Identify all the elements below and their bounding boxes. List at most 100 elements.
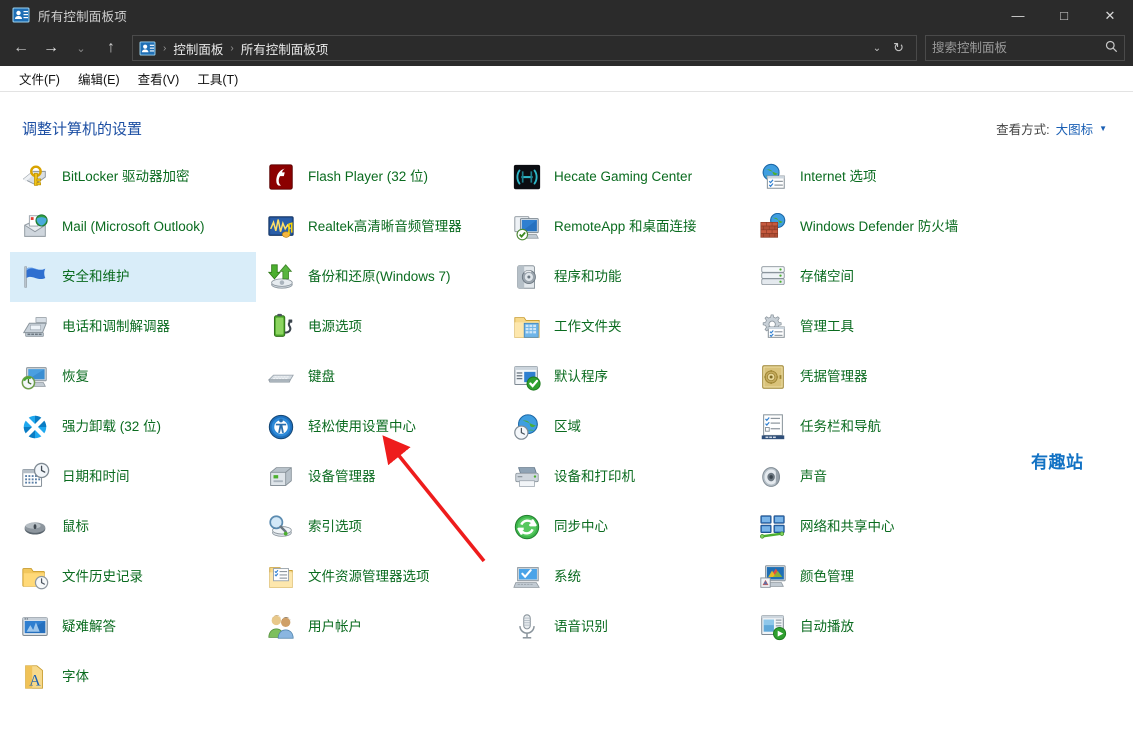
control-panel-item[interactable]: 日期和时间 [10, 452, 256, 502]
control-panel-item[interactable]: 程序和功能 [502, 252, 748, 302]
user-accounts-icon [266, 612, 296, 642]
control-panel-item[interactable]: 索引选项 [256, 502, 502, 552]
control-panel-item-label: 恢复 [62, 368, 89, 384]
menu-bar: 文件(F) 编辑(E) 查看(V) 工具(T) [0, 66, 1133, 92]
flag-icon [20, 262, 50, 292]
menu-file[interactable]: 文件(F) [10, 66, 69, 91]
control-panel-item-label: 用户帐户 [308, 618, 362, 634]
maximize-button[interactable]: □ [1041, 0, 1087, 30]
control-panel-item[interactable]: RemoteApp 和桌面连接 [502, 202, 748, 252]
control-panel-item[interactable]: 用户帐户 [256, 602, 502, 652]
search-input[interactable] [932, 41, 1101, 55]
control-panel-item[interactable]: Windows Defender 防火墙 [748, 202, 1048, 252]
control-panel-item[interactable]: 疑难解答 [10, 602, 256, 652]
control-panel-item[interactable]: 声音 [748, 452, 1048, 502]
control-panel-item[interactable]: 设备和打印机 [502, 452, 748, 502]
title-bar: 所有控制面板项 — □ ✕ [0, 0, 1133, 30]
control-panel-item-label: 同步中心 [554, 518, 608, 534]
refresh-icon[interactable]: ↻ [887, 40, 910, 56]
svg-text:A: A [29, 672, 41, 689]
control-panel-item-label: 电源选项 [308, 318, 362, 334]
firewall-icon [758, 212, 788, 242]
chevron-down-icon[interactable]: ▼ [1099, 124, 1107, 133]
page-title: 调整计算机的设置 [22, 121, 143, 138]
control-panel-item[interactable]: 网络和共享中心 [748, 502, 1048, 552]
control-panel-item[interactable]: Mail (Microsoft Outlook) [10, 202, 256, 252]
control-panel-item[interactable]: 设备管理器 [256, 452, 502, 502]
system-icon [512, 562, 542, 592]
control-panel-item[interactable]: 系统 [502, 552, 748, 602]
control-panel-item[interactable]: 文件资源管理器选项 [256, 552, 502, 602]
back-button[interactable]: ← [6, 33, 36, 63]
menu-tools[interactable]: 工具(T) [188, 66, 247, 91]
realtek-audio-icon [266, 212, 296, 242]
control-panel-item[interactable]: Realtek高清晰音频管理器 [256, 202, 502, 252]
grid-column-0: BitLocker 驱动器加密 Mail (Microsoft Outlook)… [10, 152, 256, 702]
control-panel-item[interactable]: 鼠标 [10, 502, 256, 552]
breadcrumb-item-1[interactable]: 所有控制面板项 [241, 39, 329, 58]
work-folders-icon [512, 312, 542, 342]
minimize-button[interactable]: — [995, 0, 1041, 30]
control-panel-item-label: Mail (Microsoft Outlook) [62, 218, 205, 234]
control-panel-item[interactable]: 电源选项 [256, 302, 502, 352]
control-panel-item-label: 日期和时间 [62, 468, 130, 484]
control-panel-item[interactable]: 工作文件夹 [502, 302, 748, 352]
region-icon [512, 412, 542, 442]
recovery-icon [20, 362, 50, 392]
mail-icon [20, 212, 50, 242]
ease-of-access-icon [266, 412, 296, 442]
breadcrumb[interactable]: › 控制面板 › 所有控制面板项 ⌄ ↻ [132, 35, 917, 61]
control-panel-item[interactable]: 强力卸载 (32 位) [10, 402, 256, 452]
control-panel-item[interactable]: 颜色管理 [748, 552, 1048, 602]
control-panel-item[interactable]: BitLocker 驱动器加密 [10, 152, 256, 202]
control-panel-item[interactable]: 管理工具 [748, 302, 1048, 352]
control-panel-item-label: 索引选项 [308, 518, 362, 534]
control-panel-item[interactable]: 存储空间 [748, 252, 1048, 302]
control-panel-item[interactable]: 默认程序 [502, 352, 748, 402]
menu-view[interactable]: 查看(V) [129, 66, 189, 91]
control-panel-item-label: 强力卸载 (32 位) [62, 418, 162, 434]
control-panel-window: 所有控制面板项 — □ ✕ ← → ⌄ ↑ › 控制面板 › 所有控制面板项 ⌄… [0, 0, 1133, 755]
close-button[interactable]: ✕ [1087, 0, 1133, 30]
view-by-control[interactable]: 查看方式: 大图标 ▼ [996, 119, 1107, 138]
grid-column-3: Internet 选项 Windows Defender 防火墙 存储空间 管理… [748, 152, 1048, 702]
control-panel-item[interactable]: 凭据管理器 [748, 352, 1048, 402]
control-panel-item[interactable]: 恢复 [10, 352, 256, 402]
device-manager-icon [266, 462, 296, 492]
control-panel-item[interactable]: 语音识别 [502, 602, 748, 652]
speech-recognition-icon [512, 612, 542, 642]
control-panel-item[interactable]: 备份和还原(Windows 7) [256, 252, 502, 302]
control-panel-item[interactable]: 电话和调制解调器 [10, 302, 256, 352]
recent-locations-button[interactable]: ⌄ [66, 33, 96, 63]
control-panel-item[interactable]: 安全和维护 [10, 252, 256, 302]
address-bar: ← → ⌄ ↑ › 控制面板 › 所有控制面板项 ⌄ ↻ [0, 30, 1133, 66]
breadcrumb-item-0[interactable]: 控制面板 [173, 39, 223, 58]
control-panel-item[interactable]: 文件历史记录 [10, 552, 256, 602]
control-panel-item[interactable]: Internet 选项 [748, 152, 1048, 202]
control-panel-item-label: 安全和维护 [62, 268, 130, 284]
control-panel-item-label: Flash Player (32 位) [308, 168, 429, 184]
up-button[interactable]: ↑ [96, 33, 126, 63]
forward-button[interactable]: → [36, 33, 66, 63]
control-panel-item[interactable]: Flash Player (32 位) [256, 152, 502, 202]
menu-edit[interactable]: 编辑(E) [69, 66, 129, 91]
control-panel-item-label: 设备管理器 [308, 468, 376, 484]
control-panel-item[interactable]: Hecate Gaming Center [502, 152, 748, 202]
control-panel-item[interactable]: 键盘 [256, 352, 502, 402]
chevron-down-icon[interactable]: ⌄ [867, 43, 887, 54]
control-panel-item[interactable]: A 字体 [10, 652, 256, 702]
control-panel-item[interactable]: 任务栏和导航 [748, 402, 1048, 452]
control-panel-item-label: 程序和功能 [554, 268, 622, 284]
control-panel-item-label: 自动播放 [800, 618, 854, 634]
search-box[interactable] [925, 35, 1125, 61]
control-panel-item[interactable]: 同步中心 [502, 502, 748, 552]
backup-restore-icon [266, 262, 296, 292]
view-by-value[interactable]: 大图标 [1056, 119, 1094, 138]
control-panel-item[interactable]: 自动播放 [748, 602, 1048, 652]
hecate-icon [512, 162, 542, 192]
control-panel-item-label: 鼠标 [62, 518, 89, 534]
control-panel-item-label: 存储空间 [800, 268, 854, 284]
programs-features-icon [512, 262, 542, 292]
control-panel-item[interactable]: 区域 [502, 402, 748, 452]
control-panel-item[interactable]: 轻松使用设置中心 [256, 402, 502, 452]
